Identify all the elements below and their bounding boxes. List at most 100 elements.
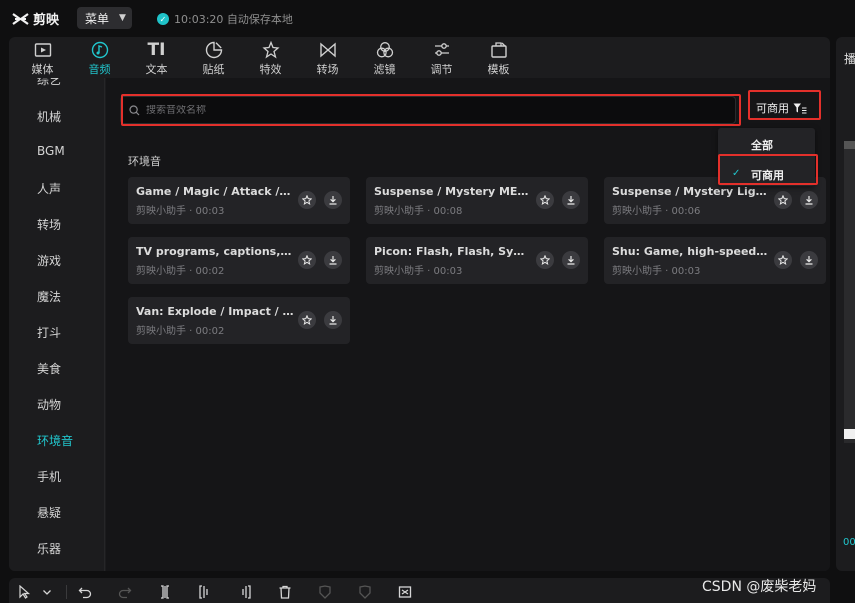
check-circle-icon: ✓ xyxy=(157,13,169,25)
favorite-star-icon[interactable] xyxy=(536,191,554,209)
commercial-filter-button[interactable]: 可商用 xyxy=(748,96,820,120)
sidebar-item-magic[interactable]: 魔法 xyxy=(37,288,61,305)
filter-label: 可商用 xyxy=(756,102,789,115)
tab-template[interactable]: 模板 xyxy=(470,37,527,78)
sidebar-item-game[interactable]: 游戏 xyxy=(37,252,61,269)
effects-icon xyxy=(261,40,281,60)
sidebar-item-phone[interactable]: 手机 xyxy=(37,468,61,485)
player-panel-partial: 播 00 xyxy=(836,37,855,571)
tab-media[interactable]: 媒体 xyxy=(14,37,71,78)
funnel-filter-icon xyxy=(793,103,807,113)
dropdown-option-commercial[interactable]: 可商用 xyxy=(751,167,784,183)
toolbar-divider xyxy=(66,585,67,599)
app-name: 剪映 xyxy=(33,13,60,28)
tab-text[interactable]: TI 文本 xyxy=(128,37,185,78)
download-icon[interactable] xyxy=(562,191,580,209)
sidebar-item-food[interactable]: 美食 xyxy=(37,360,61,377)
sidebar-item-voice[interactable]: 人声 xyxy=(37,180,61,197)
download-icon[interactable] xyxy=(324,191,342,209)
sound-card[interactable]: Shu: Game, high-speed m... 剪映小助手 · 00:03 xyxy=(604,237,826,284)
sidebar-item-instrument[interactable]: 乐器 xyxy=(37,540,61,557)
search-icon xyxy=(129,104,140,115)
tab-label: 转场 xyxy=(316,63,339,76)
player-preview-strip xyxy=(844,143,855,443)
sidebar-item-mechanical[interactable]: 机械 xyxy=(37,108,61,125)
template-icon xyxy=(489,40,509,60)
sound-meta: 剪映小助手 · 00:02 xyxy=(136,326,225,337)
search-box[interactable] xyxy=(120,96,736,124)
sidebar-item-partial[interactable]: 综艺 xyxy=(37,78,61,88)
tab-effects[interactable]: 特效 xyxy=(242,37,299,78)
tab-label: 文本 xyxy=(145,63,168,76)
delete-icon[interactable] xyxy=(277,584,293,600)
check-icon: ✓ xyxy=(732,168,741,179)
favorite-star-icon[interactable] xyxy=(298,191,316,209)
download-icon[interactable] xyxy=(800,191,818,209)
trim-left-icon[interactable] xyxy=(197,584,213,600)
favorite-star-icon[interactable] xyxy=(298,311,316,329)
download-icon[interactable] xyxy=(800,251,818,269)
sidebar-item-transition[interactable]: 转场 xyxy=(37,216,61,233)
tab-label: 调节 xyxy=(430,63,453,76)
download-icon[interactable] xyxy=(324,251,342,269)
tab-transition[interactable]: 转场 xyxy=(299,37,356,78)
sidebar-item-suspense[interactable]: 悬疑 xyxy=(37,504,61,521)
material-panel: 媒体 音频 TI 文本 贴纸 特效 转场 滤镜 调节 模板 综艺 机械 BGM … xyxy=(9,37,830,571)
sidebar-item-ambient[interactable]: 环境音 xyxy=(37,432,73,449)
menu-label: 菜单 xyxy=(85,11,110,26)
download-icon[interactable] xyxy=(324,311,342,329)
tab-audio[interactable]: 音频 xyxy=(71,37,128,78)
dropdown-option-all[interactable]: 全部 xyxy=(751,137,773,153)
sidebar-item-animal[interactable]: 动物 xyxy=(37,396,61,413)
filter-dropdown-menu: 全部 ✓ 可商用 xyxy=(718,128,815,186)
preview-bottom-edge xyxy=(844,429,855,439)
tab-adjust[interactable]: 调节 xyxy=(413,37,470,78)
adjust-icon xyxy=(432,40,452,60)
sound-card[interactable]: Game / Magic / Attack / C... 剪映小助手 · 00:… xyxy=(128,177,350,224)
sound-title: Suspense / Mystery Light ... xyxy=(612,185,770,198)
mask-icon[interactable] xyxy=(357,584,373,600)
sidebar-item-bgm[interactable]: BGM xyxy=(37,144,65,158)
trim-right-icon[interactable] xyxy=(237,584,253,600)
favorite-star-icon[interactable] xyxy=(774,191,792,209)
sound-card[interactable]: Suspense / Mystery ME Ta... 剪映小助手 · 00:0… xyxy=(366,177,588,224)
media-icon xyxy=(33,40,53,60)
app-logo: 剪映 xyxy=(12,9,59,28)
favorite-star-icon[interactable] xyxy=(536,251,554,269)
tab-filter[interactable]: 滤镜 xyxy=(356,37,413,78)
sound-meta: 剪映小助手 · 00:02 xyxy=(136,266,225,277)
sound-title: Suspense / Mystery ME Ta... xyxy=(374,185,532,198)
redo-icon[interactable] xyxy=(117,584,133,600)
sound-meta: 剪映小助手 · 00:06 xyxy=(612,206,701,217)
sound-title: Van: Explode / Impact / A... xyxy=(136,305,294,318)
tab-label: 媒体 xyxy=(31,63,54,76)
sidebar-item-fight[interactable]: 打斗 xyxy=(37,324,61,341)
tab-label: 滤镜 xyxy=(373,63,396,76)
filter-icon xyxy=(375,40,395,60)
favorite-star-icon[interactable] xyxy=(774,251,792,269)
undo-icon[interactable] xyxy=(77,584,93,600)
tab-label: 特效 xyxy=(259,63,282,76)
freeze-icon[interactable] xyxy=(317,584,333,600)
sound-card[interactable]: Van: Explode / Impact / A... 剪映小助手 · 00:… xyxy=(128,297,350,344)
tab-label: 模板 xyxy=(487,63,510,76)
sound-card[interactable]: TV programs, captions, et... 剪映小助手 · 00:… xyxy=(128,237,350,284)
sound-meta: 剪映小助手 · 00:08 xyxy=(374,206,463,217)
chevron-down-icon[interactable] xyxy=(39,584,55,600)
download-icon[interactable] xyxy=(562,251,580,269)
search-input[interactable] xyxy=(146,104,706,116)
sound-title: TV programs, captions, et... xyxy=(136,245,294,258)
split-icon[interactable] xyxy=(157,584,173,600)
sound-title: Shu: Game, high-speed m... xyxy=(612,245,770,258)
audio-category-sidebar: 综艺 机械 BGM 人声 转场 游戏 魔法 打斗 美食 动物 环境音 手机 悬疑… xyxy=(9,78,105,571)
tab-sticker[interactable]: 贴纸 xyxy=(185,37,242,78)
crop-icon[interactable] xyxy=(397,584,413,600)
sound-card[interactable]: Picon: Flash, Flash, Synthe... 剪映小助手 · 0… xyxy=(366,237,588,284)
audio-icon xyxy=(90,40,110,60)
menu-button[interactable]: 菜单 ▼ xyxy=(77,7,132,29)
category-tabs: 媒体 音频 TI 文本 贴纸 特效 转场 滤镜 调节 模板 xyxy=(9,37,830,78)
player-panel-title: 播 xyxy=(844,52,855,66)
favorite-star-icon[interactable] xyxy=(298,251,316,269)
save-status: ✓ 10:03:20 自动保存本地 xyxy=(157,11,293,27)
select-cursor-icon[interactable] xyxy=(17,584,33,600)
